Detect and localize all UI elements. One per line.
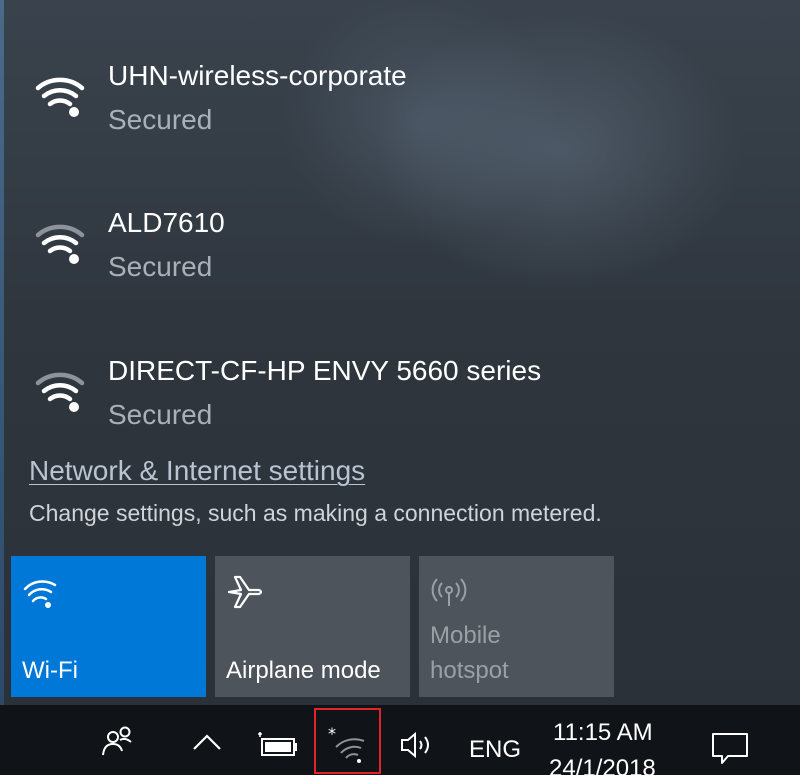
clock-date[interactable]: 24/1/2018 (549, 755, 656, 775)
network-name: DIRECT-CF-HP ENVY 5660 series (108, 355, 542, 386)
network-item-uhn[interactable]: UHN-wireless-corporate Secured (0, 60, 800, 170)
wifi-icon (23, 580, 57, 608)
network-flyout: UHN-wireless-corporate Secured ALD7610 S… (0, 0, 800, 705)
wifi-tray-icon[interactable]: * (326, 725, 370, 765)
network-name: ALD7610 (108, 207, 225, 238)
network-settings-link[interactable]: Network & Internet settings (29, 455, 365, 487)
language-indicator[interactable]: ENG (469, 736, 521, 764)
wifi-toggle-tile[interactable]: Wi-Fi (11, 556, 206, 697)
action-center-icon[interactable] (710, 731, 750, 767)
network-item-direct-hp[interactable]: DIRECT-CF-HP ENVY 5660 series Secured (0, 355, 800, 425)
network-item-ald7610[interactable]: ALD7610 Secured (0, 207, 800, 317)
svg-text:*: * (328, 725, 336, 743)
wifi-signal-icon (35, 372, 85, 412)
network-status: Secured (108, 399, 213, 425)
network-status: Secured (108, 104, 213, 135)
wifi-signal-icon (35, 224, 85, 264)
network-status: Secured (108, 251, 213, 282)
clock-time[interactable]: 11:15 AM (553, 719, 653, 747)
wifi-tile-label: Wi-Fi (22, 657, 78, 684)
network-list: UHN-wireless-corporate Secured ALD7610 S… (0, 40, 800, 425)
chevron-up-icon[interactable] (190, 727, 224, 757)
volume-icon[interactable] (399, 730, 439, 760)
hotspot-tile-label-line1: Mobile (430, 622, 501, 649)
airplane-icon (227, 575, 263, 609)
battery-icon[interactable] (256, 732, 300, 760)
network-name: UHN-wireless-corporate (108, 60, 407, 91)
network-settings-description: Change settings, such as making a connec… (29, 500, 602, 526)
people-icon[interactable] (100, 723, 136, 759)
hotspot-icon (431, 578, 467, 606)
mobile-hotspot-tile[interactable]: Mobile hotspot (419, 556, 614, 697)
hotspot-tile-label-line2: hotspot (430, 657, 509, 684)
taskbar: * ENG 11:15 AM 24/1/2018 (0, 705, 800, 775)
airplane-mode-tile[interactable]: Airplane mode (215, 556, 410, 697)
wifi-signal-icon (35, 77, 85, 117)
airplane-tile-label: Airplane mode (226, 657, 381, 684)
